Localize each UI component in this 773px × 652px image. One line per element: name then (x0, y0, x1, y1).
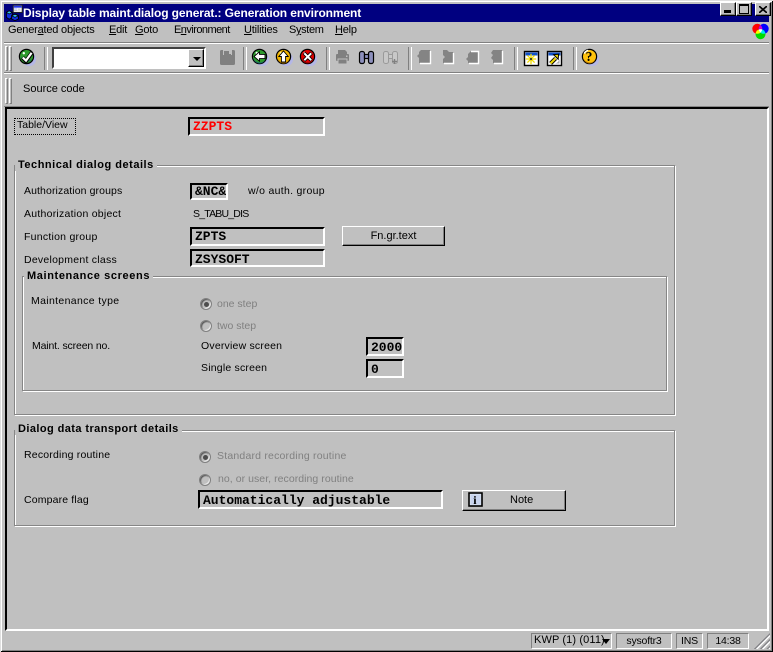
svg-text:?: ? (586, 49, 593, 64)
